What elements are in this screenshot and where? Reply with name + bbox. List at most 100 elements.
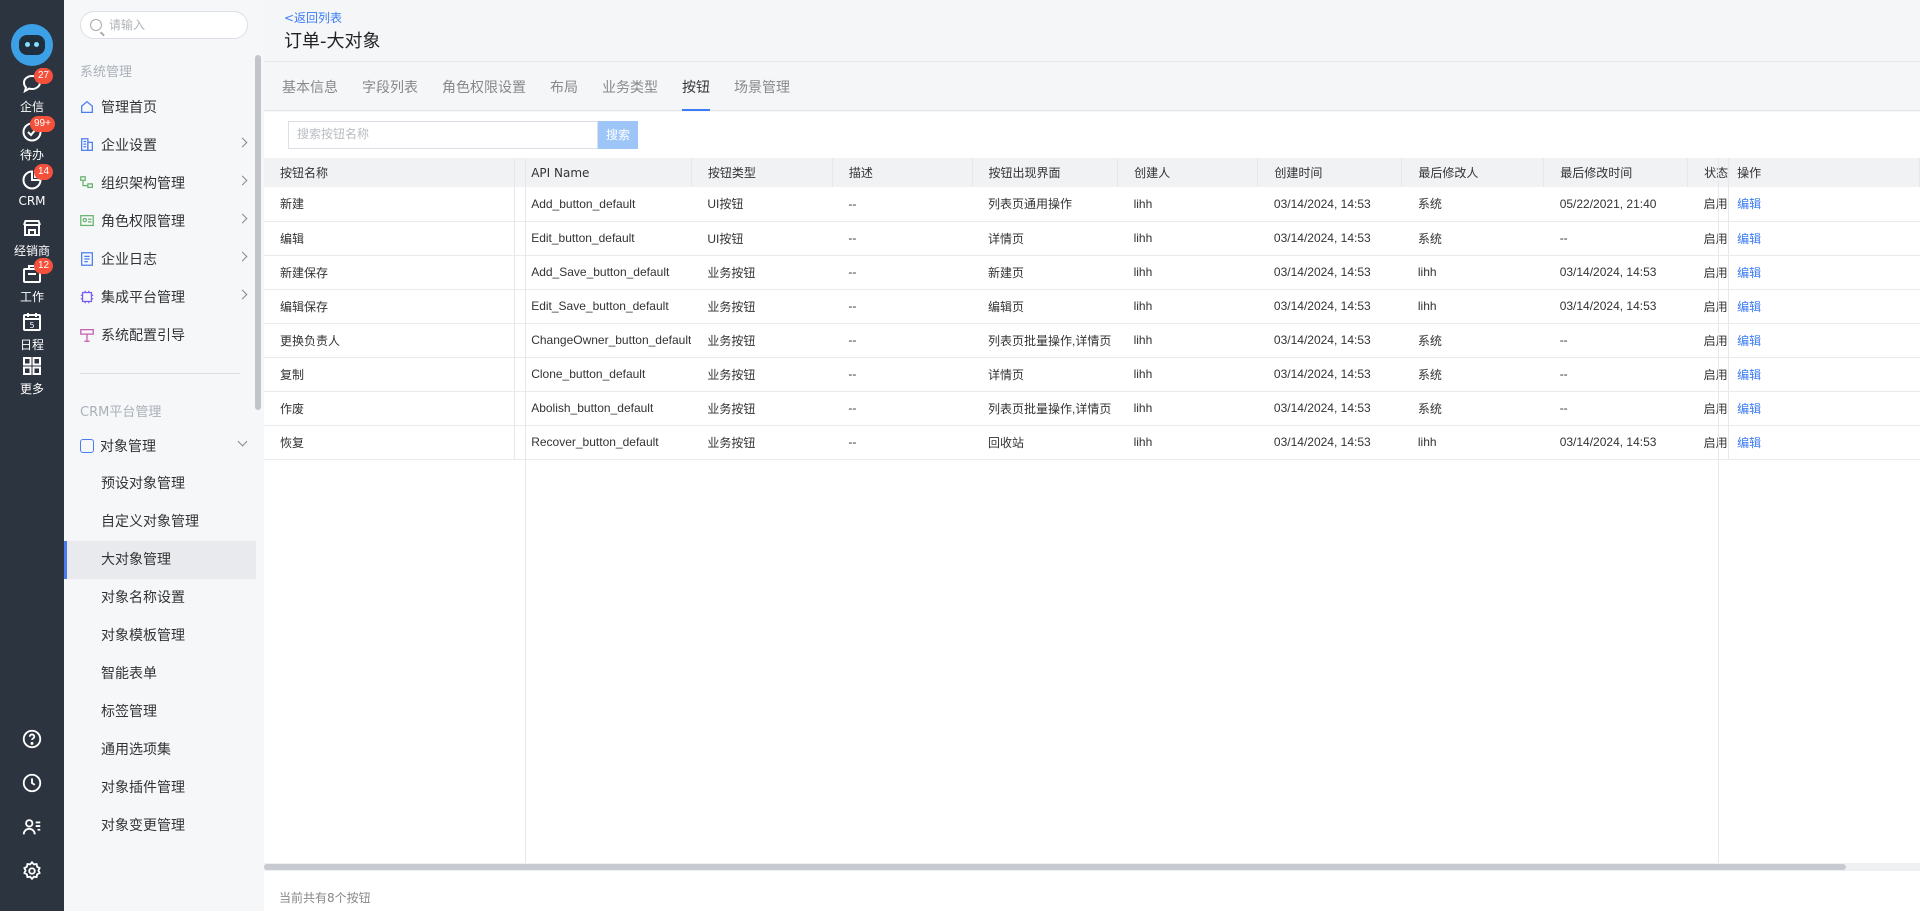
table-row[interactable]: 复制 Clone_button_default 业务按钮 -- 详情页 lihh 03/14… bbox=[264, 357, 1920, 392]
table-cell: 启用 bbox=[1687, 255, 1729, 290]
table-cell: UI按钮 bbox=[691, 221, 833, 256]
clock-icon[interactable] bbox=[0, 772, 64, 797]
back-to-list-link[interactable]: <返回列表 bbox=[284, 9, 342, 26]
user-avatar[interactable] bbox=[11, 24, 53, 66]
sidebar-item-2[interactable]: 组织架构管理 bbox=[64, 164, 256, 202]
rail-item-4[interactable]: 工作 12 bbox=[0, 258, 64, 305]
buttons-table: 按钮名称 API Name 按钮类型 描述 按钮出现界面 创建人 创建时间 最后修改人 最后修改… bbox=[264, 158, 1920, 460]
table-cell: 系统 bbox=[1401, 357, 1544, 392]
notification-badge: 12 bbox=[34, 258, 54, 274]
tab-5[interactable]: 按钮 bbox=[682, 77, 710, 111]
sidebar-subitem-3[interactable]: 对象名称设置 bbox=[64, 579, 256, 617]
rail-item-label: CRM bbox=[18, 194, 46, 208]
tab-1[interactable]: 字段列表 bbox=[362, 77, 418, 109]
sidebar-item-5[interactable]: 集成平台管理 bbox=[64, 278, 256, 316]
table-cell: 详情页 bbox=[972, 221, 1118, 256]
notification-badge: 14 bbox=[34, 164, 54, 180]
sidebar-search-input[interactable] bbox=[109, 16, 239, 34]
edit-link[interactable]: 编辑 bbox=[1737, 300, 1761, 314]
sidebar-item-label: 系统配置引导 bbox=[101, 328, 185, 344]
table-row[interactable]: 编辑保存 Edit_Save_button_default 业务按钮 -- 编辑页 lih… bbox=[264, 289, 1920, 324]
sidebar-item-1[interactable]: 企业设置 bbox=[64, 126, 256, 164]
rail-item-2[interactable]: CRM 14 bbox=[0, 164, 64, 208]
tab-0[interactable]: 基本信息 bbox=[282, 77, 338, 109]
sidebar-subitem-8[interactable]: 对象插件管理 bbox=[64, 769, 256, 807]
table-cell: Recover_button_default bbox=[514, 425, 692, 460]
table-cell: 业务按钮 bbox=[691, 323, 833, 358]
table-cell: lihh bbox=[1117, 221, 1258, 256]
tab-6[interactable]: 场景管理 bbox=[734, 77, 790, 109]
button-search-input[interactable] bbox=[297, 127, 587, 141]
sidebar-search[interactable] bbox=[80, 11, 248, 39]
sidebar-subitem-9[interactable]: 对象变更管理 bbox=[64, 807, 256, 845]
button-search[interactable] bbox=[288, 121, 598, 149]
table-row[interactable]: 更换负责人 ChangeOwner_button_default 业务按钮 -- 列表页… bbox=[264, 323, 1920, 358]
guide-icon bbox=[80, 329, 94, 342]
table-cell: 03/14/2024, 14:53 bbox=[1257, 391, 1402, 426]
table-cell: 03/14/2024, 14:53 bbox=[1543, 425, 1688, 460]
column-header: 按钮类型 bbox=[691, 158, 833, 187]
sidebar-item-0[interactable]: 管理首页 bbox=[64, 88, 256, 126]
table-horizontal-scrollbar[interactable] bbox=[264, 863, 1920, 871]
sidebar-subitem-7[interactable]: 通用选项集 bbox=[64, 731, 256, 769]
table-cell: -- bbox=[1543, 357, 1688, 392]
tab-2[interactable]: 角色权限设置 bbox=[442, 77, 526, 109]
user-list-icon[interactable] bbox=[0, 816, 64, 841]
app-rail: 企信 27 待办 99+ CRM 14 经销商 工作 12 5 日程 更多 bbox=[0, 0, 64, 911]
sidebar-subitem-4[interactable]: 对象模板管理 bbox=[64, 617, 256, 655]
table-cell: -- bbox=[832, 391, 972, 426]
column-header: 创建时间 bbox=[1257, 158, 1403, 187]
sidebar-item-6[interactable]: 系统配置引导 bbox=[64, 316, 256, 354]
scrollbar-thumb[interactable] bbox=[264, 864, 1846, 870]
table-cell: 业务按钮 bbox=[691, 289, 833, 324]
help-icon[interactable] bbox=[0, 728, 64, 753]
table-cell: Edit_Save_button_default bbox=[514, 289, 692, 324]
sidebar-item-3[interactable]: 角色权限管理 bbox=[64, 202, 256, 240]
table-row[interactable]: 新建 Add_button_default UI按钮 -- 列表页通用操作 lihh 03/… bbox=[264, 187, 1920, 222]
rail-item-0[interactable]: 企信 27 bbox=[0, 68, 64, 115]
table-row[interactable]: 新建保存 Add_Save_button_default 业务按钮 -- 新建页 lihh… bbox=[264, 255, 1920, 290]
edit-link[interactable]: 编辑 bbox=[1737, 232, 1761, 246]
table-row[interactable]: 作废 Abolish_button_default 业务按钮 -- 列表页批量操作,详情… bbox=[264, 391, 1920, 426]
cube-icon bbox=[80, 439, 94, 453]
tab-3[interactable]: 布局 bbox=[550, 77, 578, 109]
edit-link[interactable]: 编辑 bbox=[1737, 266, 1761, 280]
edit-link[interactable]: 编辑 bbox=[1737, 436, 1761, 450]
column-header: 创建人 bbox=[1117, 158, 1259, 187]
row-actions-cell: 编辑 bbox=[1728, 289, 1920, 324]
sidebar-subitem-1[interactable]: 自定义对象管理 bbox=[64, 503, 256, 541]
sidebar-subitem-0[interactable]: 预设对象管理 bbox=[64, 465, 256, 503]
table-cell: 03/14/2024, 14:53 bbox=[1543, 289, 1688, 324]
table-cell: 详情页 bbox=[972, 357, 1118, 392]
rail-item-label: 日程 bbox=[19, 338, 44, 352]
table-cell: 新建保存 bbox=[264, 255, 516, 290]
sidebar-item-object-mgmt[interactable]: 对象管理 bbox=[64, 427, 256, 465]
table-cell: -- bbox=[832, 323, 972, 358]
table-cell: 启用 bbox=[1687, 391, 1729, 426]
row-actions-cell: 编辑 bbox=[1728, 255, 1920, 290]
sidebar-subitem-6[interactable]: 标签管理 bbox=[64, 693, 256, 731]
edit-link[interactable]: 编辑 bbox=[1737, 334, 1761, 348]
edit-link[interactable]: 编辑 bbox=[1737, 368, 1761, 382]
rail-item-5[interactable]: 5 日程 bbox=[0, 310, 64, 353]
sidebar-item-label: 企业设置 bbox=[101, 138, 157, 154]
column-header: 状态 bbox=[1687, 158, 1730, 187]
rail-item-6[interactable]: 更多 bbox=[0, 354, 64, 397]
edit-link[interactable]: 编辑 bbox=[1737, 197, 1761, 211]
table-row[interactable]: 编辑 Edit_button_default UI按钮 -- 详情页 lihh 03/14/… bbox=[264, 221, 1920, 256]
table-cell: 列表页通用操作 bbox=[972, 187, 1118, 222]
edit-link[interactable]: 编辑 bbox=[1737, 402, 1761, 416]
table-cell: 启用 bbox=[1687, 221, 1729, 256]
rail-item-3[interactable]: 经销商 bbox=[0, 216, 64, 259]
sidebar-item-4[interactable]: 企业日志 bbox=[64, 240, 256, 278]
table-cell: 复制 bbox=[264, 357, 516, 392]
settings-icon[interactable] bbox=[0, 860, 64, 885]
search-button[interactable]: 搜索 bbox=[598, 121, 638, 149]
chevron-down-icon bbox=[237, 436, 248, 447]
tab-4[interactable]: 业务类型 bbox=[602, 77, 658, 109]
sidebar-scrollbar[interactable] bbox=[255, 55, 261, 410]
table-row[interactable]: 恢复 Recover_button_default 业务按钮 -- 回收站 lihh 03/… bbox=[264, 425, 1920, 460]
sidebar-subitem-2[interactable]: 大对象管理 bbox=[64, 541, 256, 579]
sidebar-subitem-5[interactable]: 智能表单 bbox=[64, 655, 256, 693]
rail-item-1[interactable]: 待办 99+ bbox=[0, 116, 64, 163]
